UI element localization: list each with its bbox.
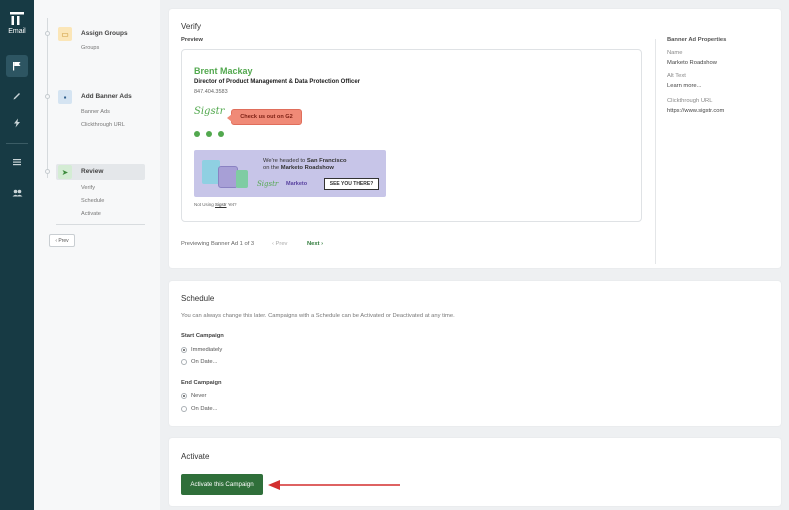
end-never-radio[interactable] — [181, 393, 187, 399]
step-dot — [45, 31, 50, 36]
verify-title: Verify — [181, 22, 202, 31]
banner-properties-heading: Banner Ad Properties — [667, 37, 727, 43]
prop-name-label: Name — [667, 50, 683, 56]
activate-card: Activate Activate this Campaign — [169, 438, 781, 506]
prop-url-label: Clickthrough URL — [667, 98, 713, 104]
email-nav-label[interactable]: Email — [0, 28, 34, 35]
signature-job-title: Director of Product Management & Data Pr… — [194, 79, 361, 85]
pager-prev-button[interactable]: ‹ Prev — [272, 241, 287, 247]
preview-pager-status: Previewing Banner Ad 1 of 3 — [181, 241, 255, 247]
start-campaign-label: Start Campaign — [181, 333, 224, 339]
social-icon[interactable] — [206, 131, 212, 137]
prop-alt-label: Alt Text — [667, 73, 686, 79]
properties-divider — [655, 39, 656, 264]
schedule-card: Schedule You can always change this late… — [169, 281, 781, 426]
pager-next-button[interactable]: Next › — [307, 241, 323, 247]
bolt-icon[interactable] — [6, 112, 28, 134]
signature-phone: 847.404.3583 — [194, 89, 228, 95]
banner-sigstr-logo: Sigstr — [257, 180, 279, 188]
suitcase-illustration — [218, 166, 238, 188]
step-dot — [45, 94, 50, 99]
main-nav: Email — [0, 0, 34, 510]
activate-title: Activate — [181, 452, 210, 461]
social-icon[interactable] — [218, 131, 224, 137]
end-on-date-label[interactable]: On Date... — [191, 406, 217, 412]
prop-url-value: https://www.sigstr.com — [667, 108, 725, 114]
step-sub-schedule[interactable]: Schedule — [81, 198, 104, 204]
stepper-divider — [56, 224, 145, 225]
marketo-logo: Marketo — [286, 181, 308, 187]
banner-cta[interactable]: SEE YOU THERE? — [324, 178, 379, 190]
nav-divider — [6, 143, 28, 144]
activate-campaign-button[interactable]: Activate this Campaign — [181, 474, 263, 495]
step-sub-clickthrough-url[interactable]: Clickthrough URL — [81, 122, 125, 128]
social-icon[interactable] — [194, 131, 200, 137]
groups-step-icon: ▭ — [58, 27, 72, 41]
wizard-stepper — [34, 0, 160, 510]
prev-step-button[interactable]: ‹ Prev — [49, 234, 75, 247]
email-signature-preview: Brent Mackay Director of Product Managem… — [181, 49, 642, 222]
end-never-label[interactable]: Never — [191, 393, 206, 399]
banner-ads-step-icon: ▪ — [58, 90, 72, 104]
sigstr-logo: Sigstr — [194, 106, 225, 117]
start-on-date-label[interactable]: On Date... — [191, 359, 217, 365]
end-on-date-radio[interactable] — [181, 406, 187, 412]
pen-icon[interactable] — [6, 84, 28, 106]
send-icon: ➤ — [58, 165, 72, 179]
not-using-text: Not Using Sigstr Yet? — [194, 202, 237, 207]
signature-name: Brent Mackay — [194, 66, 253, 76]
list-icon[interactable] — [6, 151, 28, 173]
banner-text: We're headed to San Francisco on the Mar… — [263, 158, 347, 171]
step-sub-banner-ads[interactable]: Banner Ads — [81, 109, 110, 115]
sigstr-logo-icon — [10, 12, 24, 25]
banner-ad[interactable]: We're headed to San Francisco on the Mar… — [194, 150, 386, 197]
step-title-assign-groups[interactable]: Assign Groups — [81, 30, 128, 37]
step-title-add-banner-ads[interactable]: Add Banner Ads — [81, 93, 132, 100]
banner-illustration — [236, 170, 248, 188]
preview-label: Preview — [181, 37, 203, 43]
prop-alt-value: Learn more... — [667, 83, 702, 89]
step-sub-verify[interactable]: Verify — [81, 185, 95, 191]
step-sub-groups[interactable]: Groups — [81, 45, 99, 51]
schedule-title: Schedule — [181, 294, 215, 303]
step-title-review[interactable]: Review — [81, 168, 103, 175]
start-on-date-radio[interactable] — [181, 359, 187, 365]
flag-icon[interactable] — [6, 55, 28, 77]
end-campaign-label: End Campaign — [181, 380, 222, 386]
prop-name-value: Marketo Roadshow — [667, 60, 717, 66]
g2-badge[interactable]: Check us out on G2 — [227, 109, 302, 125]
sigstr-link[interactable]: Sigstr — [215, 202, 227, 207]
users-icon[interactable] — [6, 182, 28, 204]
step-sub-activate[interactable]: Activate — [81, 211, 101, 217]
start-immediately-label[interactable]: Immediately — [191, 347, 222, 353]
schedule-description: You can always change this later. Campai… — [181, 313, 455, 319]
verify-card: Verify Preview Brent Mackay Director of … — [169, 9, 781, 268]
annotation-arrow-icon — [268, 480, 400, 490]
step-dot — [45, 169, 50, 174]
start-immediately-radio[interactable] — [181, 347, 187, 353]
